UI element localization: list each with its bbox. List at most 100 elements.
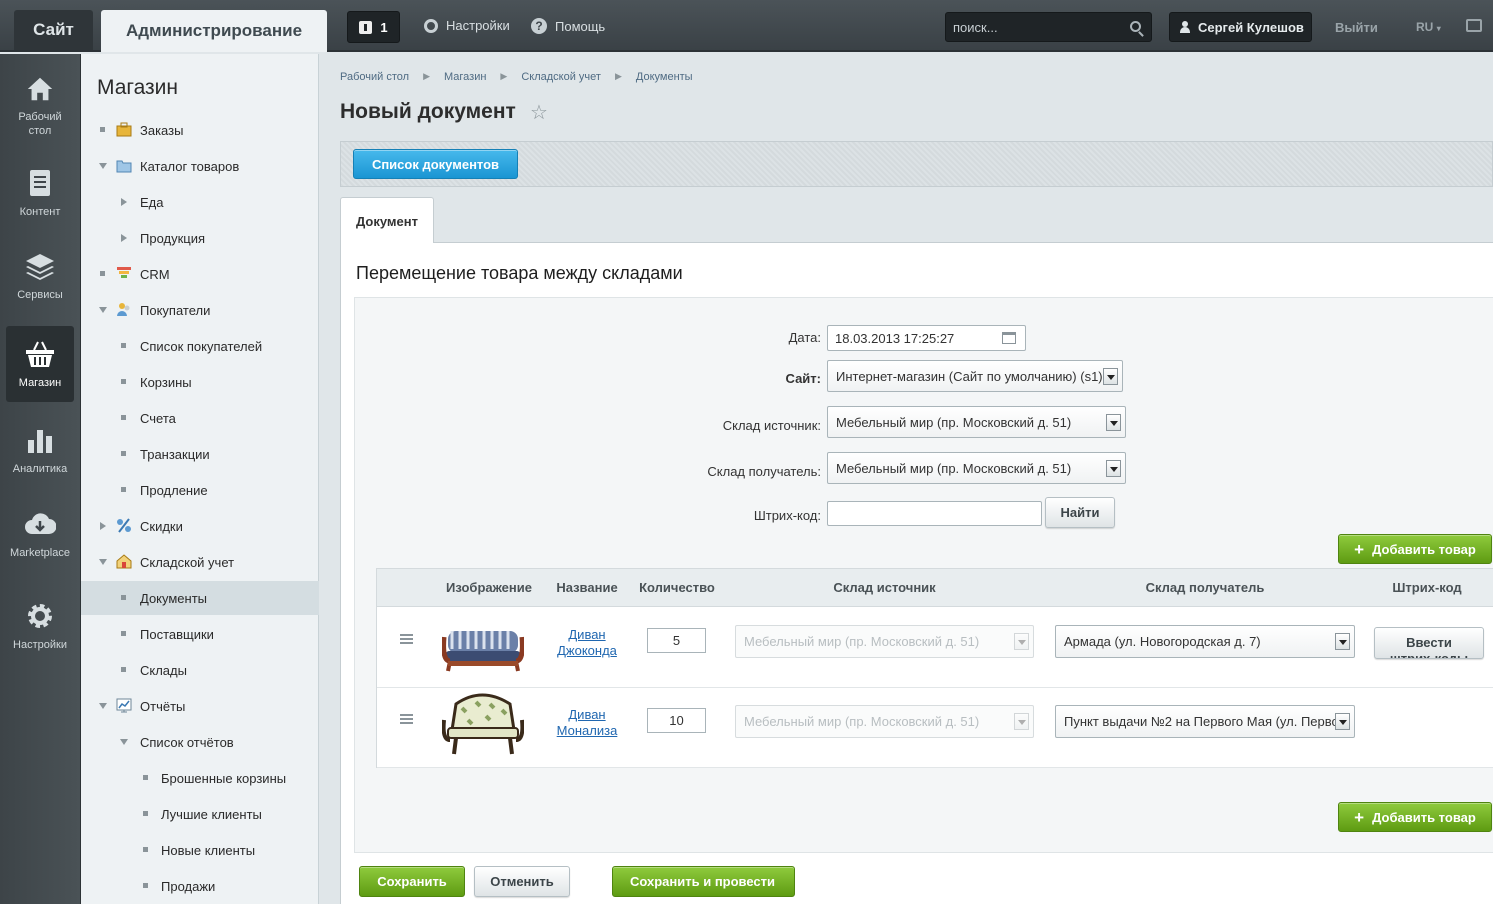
document-icon [30, 170, 50, 196]
sidebar-item-carts[interactable]: Корзины [81, 365, 319, 399]
tab-admin[interactable]: Администрирование [101, 10, 327, 52]
sidebar-item-transactions[interactable]: Транзакции [81, 437, 319, 471]
quantity-input[interactable]: 10 [647, 708, 706, 733]
user-button[interactable]: Сергей Кулешов [1169, 12, 1312, 42]
sidebar-item-reports[interactable]: Отчёты [81, 689, 319, 723]
sidebar-item-products[interactable]: Продукция [81, 221, 319, 255]
menu-services[interactable]: Сервисы [6, 238, 74, 314]
row-target-select[interactable]: Пункт выдачи №2 на Первого Мая (ул. Перв… [1055, 705, 1355, 738]
chevron-down-icon[interactable] [99, 307, 107, 313]
chevron-right-icon[interactable] [121, 234, 127, 242]
bullet-icon [121, 631, 126, 636]
sidebar-item-best-clients[interactable]: Лучшие клиенты [81, 797, 319, 831]
bullet-icon [143, 811, 148, 816]
calendar-icon[interactable] [1002, 332, 1016, 344]
site-select[interactable]: Интернет-магазин (Сайт по умолчанию) (s1… [827, 360, 1123, 392]
sidebar-item-renewal[interactable]: Продление [81, 473, 319, 507]
barcode-input[interactable] [827, 501, 1042, 526]
chevron-right-icon: ▶ [423, 71, 430, 81]
sidebar-item-label: Список покупателей [140, 338, 263, 354]
sidebar-item-suppliers[interactable]: Поставщики [81, 617, 319, 651]
notifications-button[interactable]: 1 [347, 11, 400, 43]
dropdown-arrow-icon [1335, 633, 1350, 650]
menu-marketplace[interactable]: Marketplace [6, 496, 74, 572]
menu-content[interactable]: Контент [6, 155, 74, 231]
sidebar-item-buyers[interactable]: Покупатели [81, 293, 319, 327]
main-area: Рабочий стол ▶ Магазин ▶ Складской учет ▶ Д… [320, 54, 1493, 904]
sidebar-item-label: Продажи [161, 878, 216, 894]
save-and-post-button[interactable]: Сохранить и провести [612, 866, 795, 897]
gear-icon [28, 604, 52, 628]
table-row: Диван Джоконда 5 Мебельный мир (пр. Моск… [377, 608, 1493, 688]
logout-link[interactable]: Выйти [1335, 20, 1378, 35]
chevron-down-icon[interactable] [99, 163, 107, 169]
sidebar-item-label: Складской учет [140, 554, 235, 570]
keyboard-icon[interactable] [1466, 19, 1482, 32]
date-field[interactable]: 18.03.2013 17:25:27 [827, 325, 1026, 351]
search-input[interactable] [946, 13, 1126, 41]
search-icon[interactable] [1130, 21, 1141, 32]
page-title: Новый документ [340, 100, 516, 123]
sidebar-item-orders[interactable]: Заказы [81, 113, 319, 147]
sidebar-item-accounts[interactable]: Счета [81, 401, 319, 435]
target-warehouse-select[interactable]: Мебельный мир (пр. Московский д. 51) [827, 452, 1126, 484]
sidebar-item-label: Отчёты [140, 698, 186, 714]
sidebar-item-label: Каталог товаров [140, 158, 240, 174]
basket-icon [26, 341, 54, 367]
sidebar-item-crm[interactable]: CRM [81, 257, 319, 291]
user-name: Сергей Кулешов [1198, 19, 1304, 35]
settings-label: Настройки [446, 18, 510, 33]
sidebar-item-food[interactable]: Еда [81, 185, 319, 219]
sidebar-item-documents[interactable]: Документы [81, 581, 319, 615]
sidebar-item-buyers-list[interactable]: Список покупателей [81, 329, 319, 363]
folder-icon [116, 160, 132, 173]
tab-site[interactable]: Сайт [14, 10, 93, 50]
column-image: Изображение [446, 580, 532, 595]
sidebar-item-discounts[interactable]: Скидки [81, 509, 319, 543]
chevron-right-icon[interactable] [121, 198, 127, 206]
menu-desktop[interactable]: Рабочий стол [6, 62, 74, 138]
settings-link[interactable]: Настройки [424, 18, 510, 33]
sidebar-item-sales[interactable]: Продажи [81, 869, 319, 903]
quantity-input[interactable]: 5 [647, 628, 706, 653]
bullet-icon [143, 847, 148, 852]
enter-barcodes-button[interactable]: Ввести штрих-коды [1374, 627, 1484, 659]
sidebar-item-new-clients[interactable]: Новые клиенты [81, 833, 319, 867]
add-product-button-bottom[interactable]: + Добавить товар [1338, 802, 1492, 832]
source-warehouse-select[interactable]: Мебельный мир (пр. Московский д. 51) [827, 406, 1126, 438]
row-target-value: Армада (ул. Новогородская д. 7) [1064, 634, 1261, 649]
tab-document[interactable]: Документ [340, 197, 434, 244]
chevron-down-icon[interactable] [99, 703, 107, 709]
menu-shop[interactable]: Магазин [6, 326, 74, 402]
chevron-down-icon[interactable] [99, 559, 107, 565]
menu-settings[interactable]: Настройки [6, 588, 74, 664]
breadcrumb-item[interactable]: Документы [636, 71, 693, 83]
star-icon[interactable]: ☆ [530, 100, 548, 125]
chevron-down-icon[interactable] [120, 739, 128, 745]
sidebar-item-warehouses[interactable]: Склады [81, 653, 319, 687]
breadcrumb-item[interactable]: Рабочий стол [340, 71, 409, 83]
chevron-right-icon[interactable] [100, 522, 106, 530]
sidebar-item-warehouse[interactable]: Складской учет [81, 545, 319, 579]
sidebar-item-label: Счета [140, 410, 176, 426]
language-select[interactable]: RU ▾ [1416, 20, 1441, 34]
breadcrumb-item[interactable]: Складской учет [521, 71, 601, 83]
product-link[interactable]: Диван Монализа [547, 707, 627, 739]
documents-list-button[interactable]: Список документов [353, 149, 518, 179]
menu-analytics[interactable]: Аналитика [6, 412, 74, 488]
product-link[interactable]: Диван Джоконда [547, 627, 627, 659]
sidebar-item-label: Корзины [140, 374, 192, 390]
drag-handle-icon[interactable] [400, 714, 413, 724]
date-value: 18.03.2013 17:25:27 [835, 330, 955, 346]
add-product-button-top[interactable]: + Добавить товар [1338, 534, 1492, 564]
sidebar-item-catalog[interactable]: Каталог товаров [81, 149, 319, 183]
find-button[interactable]: Найти [1045, 497, 1115, 528]
drag-handle-icon[interactable] [400, 634, 413, 644]
sidebar-item-abandoned-carts[interactable]: Брошенные корзины [81, 761, 319, 795]
breadcrumb-item[interactable]: Магазин [444, 71, 486, 83]
save-button[interactable]: Сохранить [359, 866, 465, 897]
sidebar-item-reports-list[interactable]: Список отчётов [81, 725, 319, 759]
row-target-select[interactable]: Армада (ул. Новогородская д. 7) [1055, 625, 1355, 658]
help-link[interactable]: ? Помощь [531, 18, 605, 34]
cancel-button[interactable]: Отменить [474, 866, 570, 897]
